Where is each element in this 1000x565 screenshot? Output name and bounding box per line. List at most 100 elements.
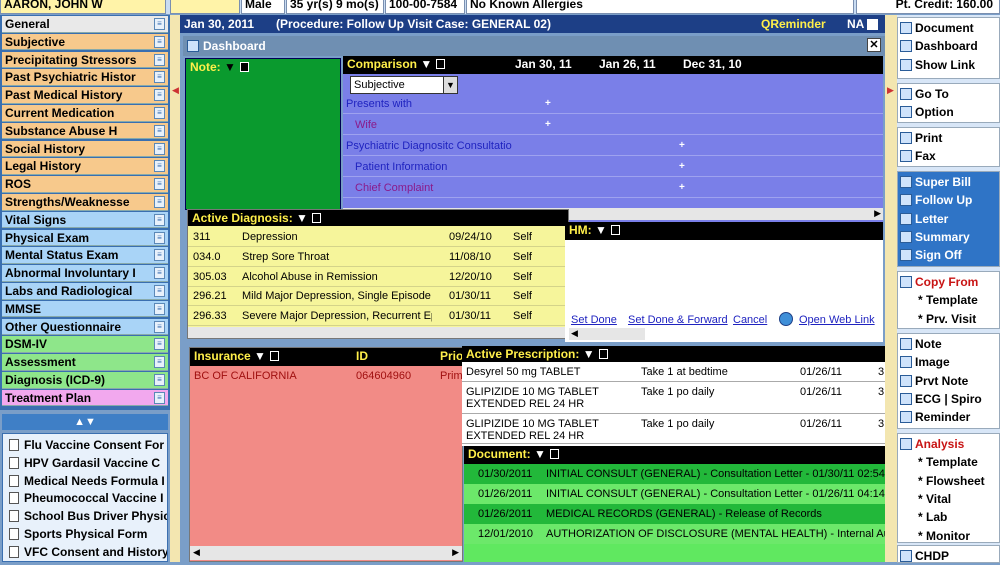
list-icon[interactable]: ≡	[154, 142, 165, 155]
list-icon[interactable]: ≡	[154, 320, 165, 333]
maximize-icon[interactable]	[436, 59, 446, 69]
list-icon[interactable]: ≡	[154, 35, 165, 48]
left-collapse-strip[interactable]: ◀	[170, 15, 180, 562]
sidebar-item-vital-signs[interactable]: Vital Signs ≡	[2, 211, 168, 229]
document-template-item[interactable]: Sports Physical Form	[7, 526, 167, 543]
document-row[interactable]: 12/01/2010 AUTHORIZATION OF DISCLOSURE (M…	[464, 524, 885, 544]
action-item-lab[interactable]: * Lab	[900, 508, 999, 526]
globe-icon[interactable]	[779, 312, 793, 326]
action-item-vital[interactable]: * Vital	[900, 490, 999, 508]
action-item-chdp[interactable]: CHDP	[900, 547, 999, 565]
sidebar-item-abnormal-involuntary-i[interactable]: Abnormal Involuntary I ≡	[2, 265, 168, 282]
chevron-down-icon[interactable]: ▼	[583, 347, 595, 361]
action-item-document[interactable]: Document	[900, 19, 999, 37]
action-item-note[interactable]: Note	[900, 335, 999, 353]
nav-scroll-arrows[interactable]: ▲▼	[2, 414, 168, 430]
comparison-dropdown[interactable]: Subjective ▼	[350, 76, 458, 94]
chevron-down-icon[interactable]: ▼	[224, 60, 236, 74]
comparison-row[interactable]: Wife +	[343, 115, 883, 135]
sidebar-item-strengths-weaknesse[interactable]: Strengths/Weaknesse ≡	[2, 194, 168, 211]
set-done-forward-link[interactable]: Set Done & Forward	[628, 314, 728, 326]
set-done-link[interactable]: Set Done	[571, 314, 617, 326]
chevron-down-icon[interactable]: ▼	[443, 77, 457, 93]
hm-scrollbar[interactable]: ◀	[569, 328, 645, 340]
insurance-name[interactable]: BC OF CALIFORNIA	[194, 370, 297, 382]
scroll-right-icon[interactable]: ▶	[452, 547, 459, 558]
chevron-down-icon[interactable]: ▼	[595, 223, 607, 237]
action-item-image[interactable]: Image	[900, 353, 999, 371]
action-item-template[interactable]: * Template	[900, 453, 999, 471]
list-icon[interactable]: ≡	[154, 249, 165, 262]
comparison-row[interactable]: Patient Information +	[343, 157, 883, 177]
diagnosis-row[interactable]: 034.0 Strep Sore Throat 11/08/10 Self	[188, 247, 568, 267]
action-item-prv-visit[interactable]: * Prv. Visit	[900, 310, 999, 328]
action-item-sign-off[interactable]: Sign Off	[900, 246, 999, 264]
list-icon[interactable]: ≡	[154, 231, 165, 244]
list-icon[interactable]: ≡	[154, 356, 165, 369]
sidebar-item-past-psychiatric-histor[interactable]: Past Psychiatric Histor ≡	[2, 69, 168, 86]
action-item-summary[interactable]: Summary	[900, 228, 999, 246]
action-item-monitor[interactable]: * Monitor	[900, 527, 999, 545]
sidebar-item-substance-abuse-h[interactable]: Substance Abuse H ≡	[2, 122, 168, 140]
diagnosis-scrollbar[interactable]	[188, 327, 568, 338]
document-row[interactable]: 01/26/2011 INITIAL CONSULT (GENERAL) - Co…	[464, 484, 885, 504]
list-icon[interactable]: ≡	[154, 71, 165, 84]
sidebar-item-mental-status-exam[interactable]: Mental Status Exam ≡	[2, 247, 168, 264]
sidebar-item-past-medical-history[interactable]: Past Medical History ≡	[2, 87, 168, 104]
maximize-icon[interactable]	[311, 213, 321, 223]
cancel-link[interactable]: Cancel	[733, 314, 767, 326]
action-item-analysis[interactable]: Analysis	[900, 435, 999, 453]
sidebar-item-social-history[interactable]: Social History ≡	[2, 140, 168, 158]
action-item-reminder[interactable]: Reminder	[900, 408, 999, 426]
sidebar-item-legal-history[interactable]: Legal History ≡	[2, 158, 168, 175]
sidebar-item-diagnosis-icd-9[interactable]: Diagnosis (ICD-9) ≡	[2, 372, 168, 389]
action-item-ecg-spiro[interactable]: ECG | Spiro	[900, 390, 999, 408]
sidebar-item-other-questionnaire[interactable]: Other Questionnaire ≡	[2, 318, 168, 336]
action-item-prvt-note[interactable]: Prvt Note	[900, 372, 999, 390]
collapse-right-icon[interactable]: ▶	[887, 85, 894, 96]
document-row[interactable]: 01/26/2011 MEDICAL RECORDS (GENERAL) - Re…	[464, 504, 885, 524]
sidebar-item-labs-and-radiological[interactable]: Labs and Radiological ≡	[2, 283, 168, 300]
qreminder-link[interactable]: QReminder	[761, 15, 826, 33]
document-template-item[interactable]: Pheumococcal Vaccine I	[7, 490, 167, 507]
sidebar-item-ros[interactable]: ROS ≡	[2, 176, 168, 193]
action-item-option[interactable]: Option	[900, 103, 999, 121]
action-item-letter[interactable]: Letter	[900, 210, 999, 228]
na-checkbox[interactable]	[867, 19, 878, 30]
comparison-row[interactable]: Presents with +	[343, 94, 883, 114]
maximize-icon[interactable]	[610, 225, 620, 235]
diagnosis-row[interactable]: 296.21 Mild Major Depression, Single Epis…	[188, 286, 568, 307]
action-item-template[interactable]: * Template	[900, 291, 999, 309]
sidebar-item-current-medication[interactable]: Current Medication ≡	[2, 105, 168, 122]
sidebar-item-assessment[interactable]: Assessment ≡	[2, 354, 168, 371]
list-icon[interactable]: ≡	[154, 178, 165, 191]
sidebar-item-subjective[interactable]: Subjective ≡	[2, 33, 168, 51]
document-template-item[interactable]: School Bus Driver Physic	[7, 508, 167, 525]
right-collapse-strip[interactable]: ▶	[885, 15, 897, 562]
maximize-icon[interactable]	[239, 62, 249, 72]
list-icon[interactable]: ≡	[154, 285, 165, 297]
document-template-item[interactable]: Medical Needs Formula I	[7, 473, 167, 490]
list-icon[interactable]: ≡	[154, 338, 165, 351]
comparison-row[interactable]: Psychiatric Diagnositc Consultatio +	[343, 136, 883, 156]
diagnosis-row[interactable]: 296.33 Severe Major Depression, Recurrent…	[188, 306, 568, 327]
prescription-row[interactable]: GLIPIZIDE 10 MG TABLET EXTENDED REL 24 H…	[462, 382, 885, 414]
document-row[interactable]: 01/30/2011 INITIAL CONSULT (GENERAL) - Co…	[464, 464, 885, 484]
comparison-row[interactable]: Chief Complaint +	[343, 178, 883, 198]
chevron-down-icon[interactable]: ▼	[534, 447, 546, 461]
action-item-fax[interactable]: Fax	[900, 147, 999, 165]
action-item-dashboard[interactable]: Dashboard	[900, 37, 999, 55]
list-icon[interactable]: ≡	[154, 107, 165, 119]
list-icon[interactable]: ≡	[154, 89, 165, 102]
action-item-flowsheet[interactable]: * Flowsheet	[900, 472, 999, 490]
sidebar-item-mmse[interactable]: MMSE ≡	[2, 300, 168, 318]
list-icon[interactable]: ≡	[154, 267, 165, 280]
document-template-item[interactable]: HPV Gardasil Vaccine C	[7, 455, 167, 472]
maximize-icon[interactable]	[598, 349, 608, 359]
document-template-item[interactable]: Flu Vaccine Consent For	[7, 437, 167, 454]
action-item-print[interactable]: Print	[900, 129, 999, 147]
list-icon[interactable]: ≡	[154, 391, 165, 404]
patient-name[interactable]: AARON, JOHN W	[0, 0, 166, 14]
diagnosis-row[interactable]: 311 Depression 09/24/10 Self	[188, 227, 568, 247]
list-icon[interactable]: ≡	[154, 124, 165, 137]
